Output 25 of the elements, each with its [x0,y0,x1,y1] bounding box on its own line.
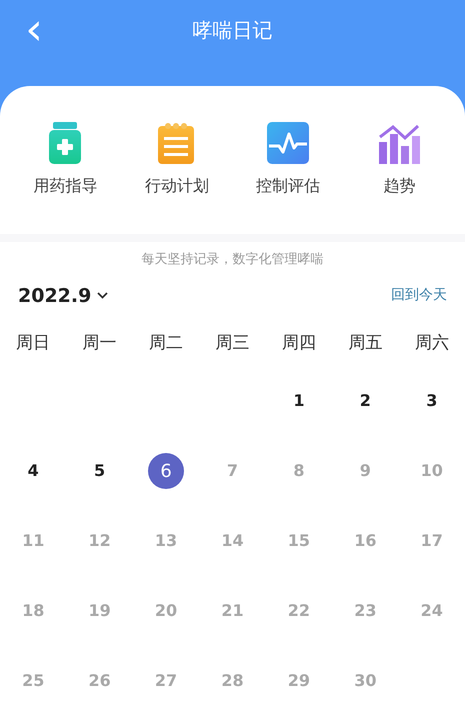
bar-chart-icon [378,122,420,164]
back-button[interactable]: ‹ [14,8,54,52]
weekday-label: 周六 [414,332,450,356]
weekday-label: 周一 [82,332,118,356]
tagline-text: 每天坚持记录，数字化管理哮喘 [140,251,324,269]
shortcut-button[interactable]: 控制评估 [238,122,338,234]
weekday-label: 周三 [214,332,250,356]
calendar-day[interactable]: 5 [82,453,118,489]
calendar-day[interactable]: 4 [15,453,52,489]
calendar-day[interactable]: 3 [414,383,450,419]
month-picker[interactable]: 2022.9 [18,282,108,310]
weekday-label: 周五 [347,332,384,356]
pulse-monitor-icon [267,122,310,164]
weekday-label: 周日 [15,332,52,356]
calendar-day[interactable]: 1 [280,383,317,419]
calendar-day[interactable]: 2 [347,383,384,419]
page-title: 哮喘日记 [192,17,274,44]
weekday-label: 周二 [148,332,184,356]
shortcut-button[interactable]: 行动计划 [126,122,227,234]
chevron-down-icon [97,292,108,300]
calendar-day[interactable]: 6 [148,453,184,489]
shortcut-button[interactable]: 趋势 [349,122,450,234]
today-link[interactable]: 回到今天 [391,285,447,306]
shortcut-button[interactable]: 用药指导 [16,122,116,234]
weekday-label: 周四 [280,332,317,356]
